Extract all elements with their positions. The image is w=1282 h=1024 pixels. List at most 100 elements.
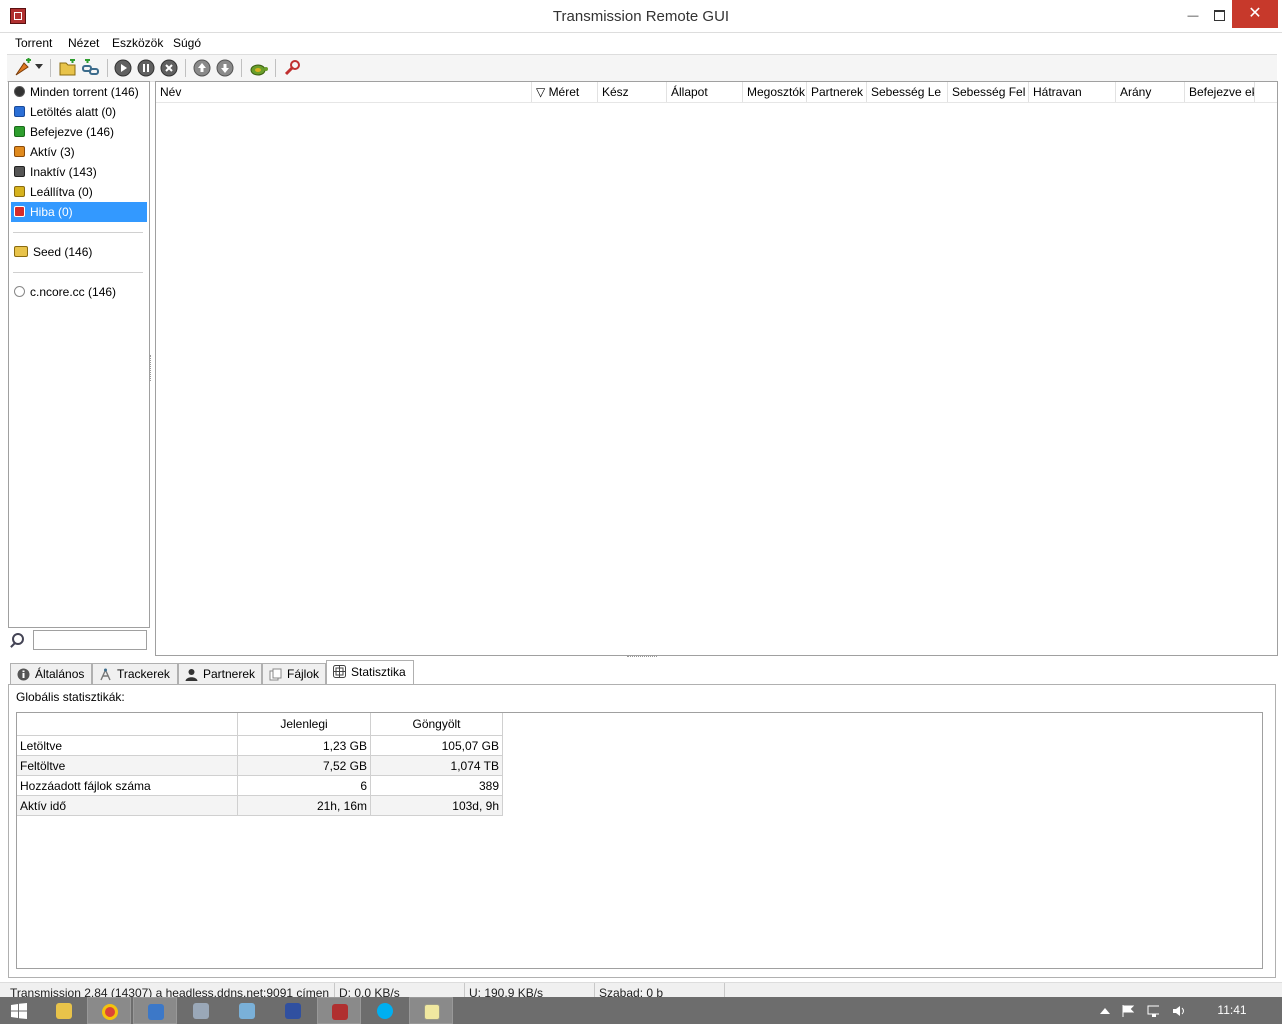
stat-current: 21h, 16m xyxy=(237,795,371,816)
filter-all[interactable]: Minden torrent (146) xyxy=(11,82,147,102)
folder-seed[interactable]: Seed (146) xyxy=(11,242,147,262)
filter-sidebar: Minden torrent (146) Letöltés alatt (0) … xyxy=(8,81,150,628)
volume-icon[interactable] xyxy=(1172,1005,1184,1017)
column-ratio[interactable]: Arány xyxy=(1116,82,1185,102)
transmission-app-icon[interactable] xyxy=(10,8,26,24)
skype-icon xyxy=(377,1003,393,1019)
taskbar-file-explorer[interactable] xyxy=(42,997,86,1024)
column-completed-on[interactable]: Befejezve ek xyxy=(1185,82,1255,102)
stop-icon[interactable] xyxy=(160,59,178,77)
filter-stopped[interactable]: Leállítva (0) xyxy=(11,182,147,202)
toolbar-separator xyxy=(107,59,108,77)
column-name[interactable]: Név xyxy=(156,82,532,102)
filter-label: Aktív (3) xyxy=(30,145,75,159)
tab-label: Általános xyxy=(35,667,85,681)
pause-icon[interactable] xyxy=(137,59,155,77)
taskbar-network-tool[interactable] xyxy=(179,997,223,1024)
menu-view[interactable]: Nézet xyxy=(68,33,99,53)
column-eta[interactable]: Hátravan xyxy=(1029,82,1116,102)
torrent-list[interactable]: Név ▽ Méret Kész Állapot Megosztók Partn… xyxy=(155,81,1278,656)
column-upload-speed[interactable]: Sebesség Fel xyxy=(948,82,1029,102)
tray-chevron-up-icon[interactable] xyxy=(1100,1008,1110,1014)
column-status[interactable]: Állapot xyxy=(667,82,743,102)
filter-downloading[interactable]: Letöltés alatt (0) xyxy=(11,102,147,122)
taskbar: 11:41 xyxy=(0,997,1282,1024)
status-separator xyxy=(334,983,335,998)
status-separator xyxy=(724,983,725,998)
close-button[interactable]: ✕ xyxy=(1232,0,1278,28)
column-peers[interactable]: Partnerek xyxy=(807,82,867,102)
column-done[interactable]: Kész xyxy=(598,82,667,102)
filter-completed[interactable]: Befejezve (146) xyxy=(11,122,147,142)
statistics-icon xyxy=(333,665,346,678)
statistics-table: Jelenlegi Göngyölt Letöltve 1,23 GB 105,… xyxy=(17,713,503,816)
toolbar-separator xyxy=(275,59,276,77)
filter-label: Minden torrent (146) xyxy=(30,85,139,99)
tab-general[interactable]: Általános xyxy=(10,663,92,684)
start-icon[interactable] xyxy=(114,59,132,77)
taskbar-clock[interactable]: 11:41 xyxy=(1205,997,1259,1024)
action-center-flag-icon[interactable] xyxy=(1122,1005,1134,1017)
tab-trackers[interactable]: Trackerek xyxy=(92,663,178,684)
filter-label: Befejezve (146) xyxy=(30,125,115,139)
status-bar: Transmission 2.84 (14307) a headless.ddn… xyxy=(0,982,1282,998)
inactive-icon xyxy=(14,166,25,177)
windows-start-icon[interactable] xyxy=(11,1003,27,1019)
maximize-icon xyxy=(1213,9,1225,21)
tab-label: Statisztika xyxy=(351,665,406,679)
toolbar xyxy=(7,54,1277,82)
network-tray-icon[interactable] xyxy=(1147,1005,1159,1017)
table-row: Hozzáadott fájlok száma 6 389 xyxy=(17,775,503,796)
taskbar-chrome[interactable] xyxy=(87,997,131,1024)
tracker-ncore[interactable]: c.ncore.cc (146) xyxy=(11,282,147,302)
add-torrent-icon[interactable] xyxy=(13,58,33,78)
column-seeds[interactable]: Megosztók xyxy=(743,82,807,102)
open-folder-icon[interactable] xyxy=(59,59,77,77)
taskbar-save-app[interactable] xyxy=(271,997,315,1024)
move-down-icon[interactable] xyxy=(216,59,234,77)
column-download-speed[interactable]: Sebesség Le xyxy=(867,82,948,102)
dropdown-arrow-icon[interactable] xyxy=(35,64,43,70)
column-size[interactable]: ▽ Méret xyxy=(532,82,598,102)
torrent-list-header: Név ▽ Méret Kész Állapot Megosztók Partn… xyxy=(156,82,1277,103)
menu-torrent[interactable]: Torrent xyxy=(15,33,52,53)
turtle-mode-icon[interactable] xyxy=(249,59,269,77)
tab-files[interactable]: Fájlok xyxy=(262,663,326,684)
vertical-splitter[interactable] xyxy=(150,355,154,381)
files-icon xyxy=(269,668,282,681)
tab-label: Trackerek xyxy=(117,667,170,681)
stat-current: 1,23 GB xyxy=(237,735,371,756)
move-up-icon[interactable] xyxy=(193,59,211,77)
table-header-total: Göngyölt xyxy=(370,713,503,736)
minimize-button[interactable]: — xyxy=(1180,0,1206,28)
close-icon: ✕ xyxy=(1248,5,1262,22)
add-link-icon[interactable] xyxy=(82,59,100,77)
downloading-icon xyxy=(14,106,25,117)
tracker-icon xyxy=(100,668,111,681)
filter-search-input[interactable] xyxy=(33,630,147,650)
taskbar-remote-desktop[interactable] xyxy=(133,997,177,1024)
tab-peers[interactable]: Partnerek xyxy=(178,663,262,684)
statistics-panel: Globális statisztikák: Jelenlegi Göngyöl… xyxy=(8,684,1276,978)
taskbar-skype[interactable] xyxy=(363,997,407,1024)
maximize-button[interactable] xyxy=(1206,0,1232,28)
minimize-icon: — xyxy=(1187,10,1199,22)
menu-help[interactable]: Súgó xyxy=(173,33,201,53)
filter-inactive[interactable]: Inaktív (143) xyxy=(11,162,147,182)
tab-label: Fájlok xyxy=(287,667,320,681)
taskbar-notepad[interactable] xyxy=(409,997,453,1024)
taskbar-transmission[interactable] xyxy=(317,997,361,1024)
filter-error[interactable]: Hiba (0) xyxy=(11,202,147,222)
filter-label: Inaktív (143) xyxy=(30,165,97,179)
stat-current: 6 xyxy=(237,775,371,796)
transmission-icon xyxy=(332,1004,348,1020)
tab-statistics[interactable]: Statisztika xyxy=(326,660,414,685)
taskbar-image-viewer[interactable] xyxy=(225,997,269,1024)
filter-active[interactable]: Aktív (3) xyxy=(11,142,147,162)
floppy-disk-icon xyxy=(285,1003,301,1019)
remote-desktop-icon xyxy=(148,1004,164,1020)
menu-tools[interactable]: Eszközök xyxy=(112,33,163,53)
global-stats-label: Globális statisztikák: xyxy=(16,690,125,704)
options-wrench-icon[interactable] xyxy=(283,59,301,77)
stopped-icon xyxy=(14,186,25,197)
